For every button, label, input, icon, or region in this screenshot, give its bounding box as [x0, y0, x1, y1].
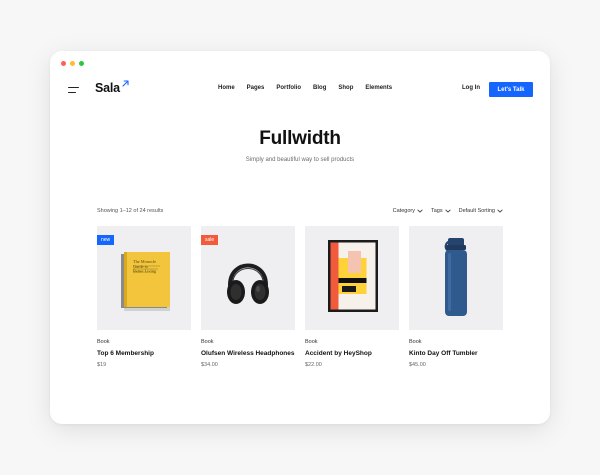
- main-nav: Home Pages Portfolio Blog Shop Elements: [218, 85, 392, 91]
- nav-blog[interactable]: Blog: [313, 85, 326, 91]
- nav-pages[interactable]: Pages: [247, 85, 265, 91]
- logo-text: Sala: [95, 81, 120, 95]
- nav-elements[interactable]: Elements: [365, 85, 392, 91]
- product-category: Book: [97, 339, 110, 345]
- product-name[interactable]: Olufsen Wireless Headphones: [201, 350, 295, 357]
- results-count: Showing 1–12 of 24 results: [97, 208, 164, 214]
- product-name[interactable]: Kinto Day Off Tumbler: [409, 350, 503, 357]
- chevron-down-icon: [444, 209, 451, 213]
- minimize-dot-icon[interactable]: [70, 61, 75, 66]
- filter-bar: Category Tags Default Sorting: [393, 208, 503, 214]
- sorting-label: Default Sorting: [458, 208, 495, 214]
- headphones-image: [227, 263, 269, 304]
- product-grid: new The Monocle Guide to Better Living Boo…: [97, 226, 503, 368]
- product-category: Book: [201, 339, 214, 345]
- nav-home[interactable]: Home: [218, 85, 235, 91]
- product-image[interactable]: sale: [201, 226, 295, 330]
- sorting-select[interactable]: Default Sorting: [459, 208, 503, 214]
- product-price: $34.00: [201, 362, 218, 368]
- window-controls: [61, 61, 84, 66]
- arrow-up-right-icon: [122, 80, 129, 87]
- tumbler-image: [444, 238, 467, 316]
- product-card[interactable]: Book Accident by HeyShop $22.00: [305, 226, 399, 368]
- product-name[interactable]: Top 6 Membership: [97, 350, 191, 357]
- sale-badge: sale: [201, 235, 219, 245]
- nav-shop[interactable]: Shop: [338, 85, 353, 91]
- new-badge: new: [97, 235, 115, 245]
- lets-talk-button[interactable]: Let's Talk: [489, 82, 533, 97]
- close-dot-icon[interactable]: [61, 61, 66, 66]
- page-subtitle: Simply and beautiful way to sell product…: [245, 157, 355, 163]
- zoom-dot-icon[interactable]: [79, 61, 84, 66]
- chevron-down-icon: [417, 209, 423, 213]
- category-filter[interactable]: Category: [393, 208, 423, 214]
- nav-portfolio[interactable]: Portfolio: [276, 85, 301, 91]
- product-card[interactable]: Book Kinto Day Off Tumbler $45.00: [409, 226, 503, 368]
- product-price: $45.00: [409, 362, 426, 368]
- login-link[interactable]: Log In: [462, 85, 480, 91]
- product-name[interactable]: Accident by HeyShop: [305, 350, 399, 357]
- product-card[interactable]: sale Book Olufsen Wireless Headphones $3…: [201, 226, 295, 368]
- product-category: Book: [409, 339, 422, 345]
- category-filter-label: Category: [392, 208, 415, 214]
- page-title: Fullwidth: [259, 128, 341, 149]
- product-price: $22.00: [305, 362, 322, 368]
- book-image: The Monocle Guide to Better Living: [121, 252, 170, 311]
- product-image[interactable]: [409, 226, 503, 330]
- chevron-down-icon: [497, 209, 503, 213]
- tags-filter-label: Tags: [430, 208, 443, 214]
- menu-icon[interactable]: [68, 87, 79, 94]
- product-category: Book: [305, 339, 318, 345]
- product-price: $19: [97, 362, 107, 368]
- site-logo[interactable]: Sala: [95, 80, 129, 95]
- product-image[interactable]: [305, 226, 399, 330]
- tags-filter[interactable]: Tags: [431, 208, 451, 214]
- browser-window: Sala Home Pages Portfolio Blog Shop Elem…: [50, 51, 550, 424]
- poster-image: [328, 240, 378, 312]
- product-image[interactable]: new The Monocle Guide to Better Living: [97, 226, 191, 330]
- product-card[interactable]: new The Monocle Guide to Better Living Boo…: [97, 226, 191, 368]
